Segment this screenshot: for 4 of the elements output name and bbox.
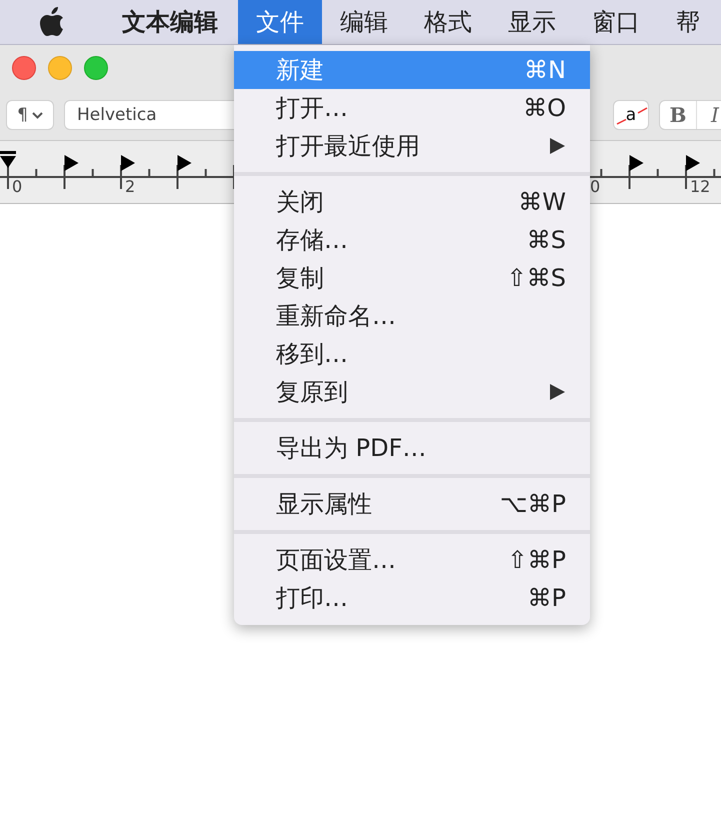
ruler-label: 2 (125, 177, 136, 196)
ruler-label: 0 (12, 177, 22, 196)
ruler-label: 0 (590, 177, 600, 196)
ruler-label: 12 (690, 177, 710, 196)
